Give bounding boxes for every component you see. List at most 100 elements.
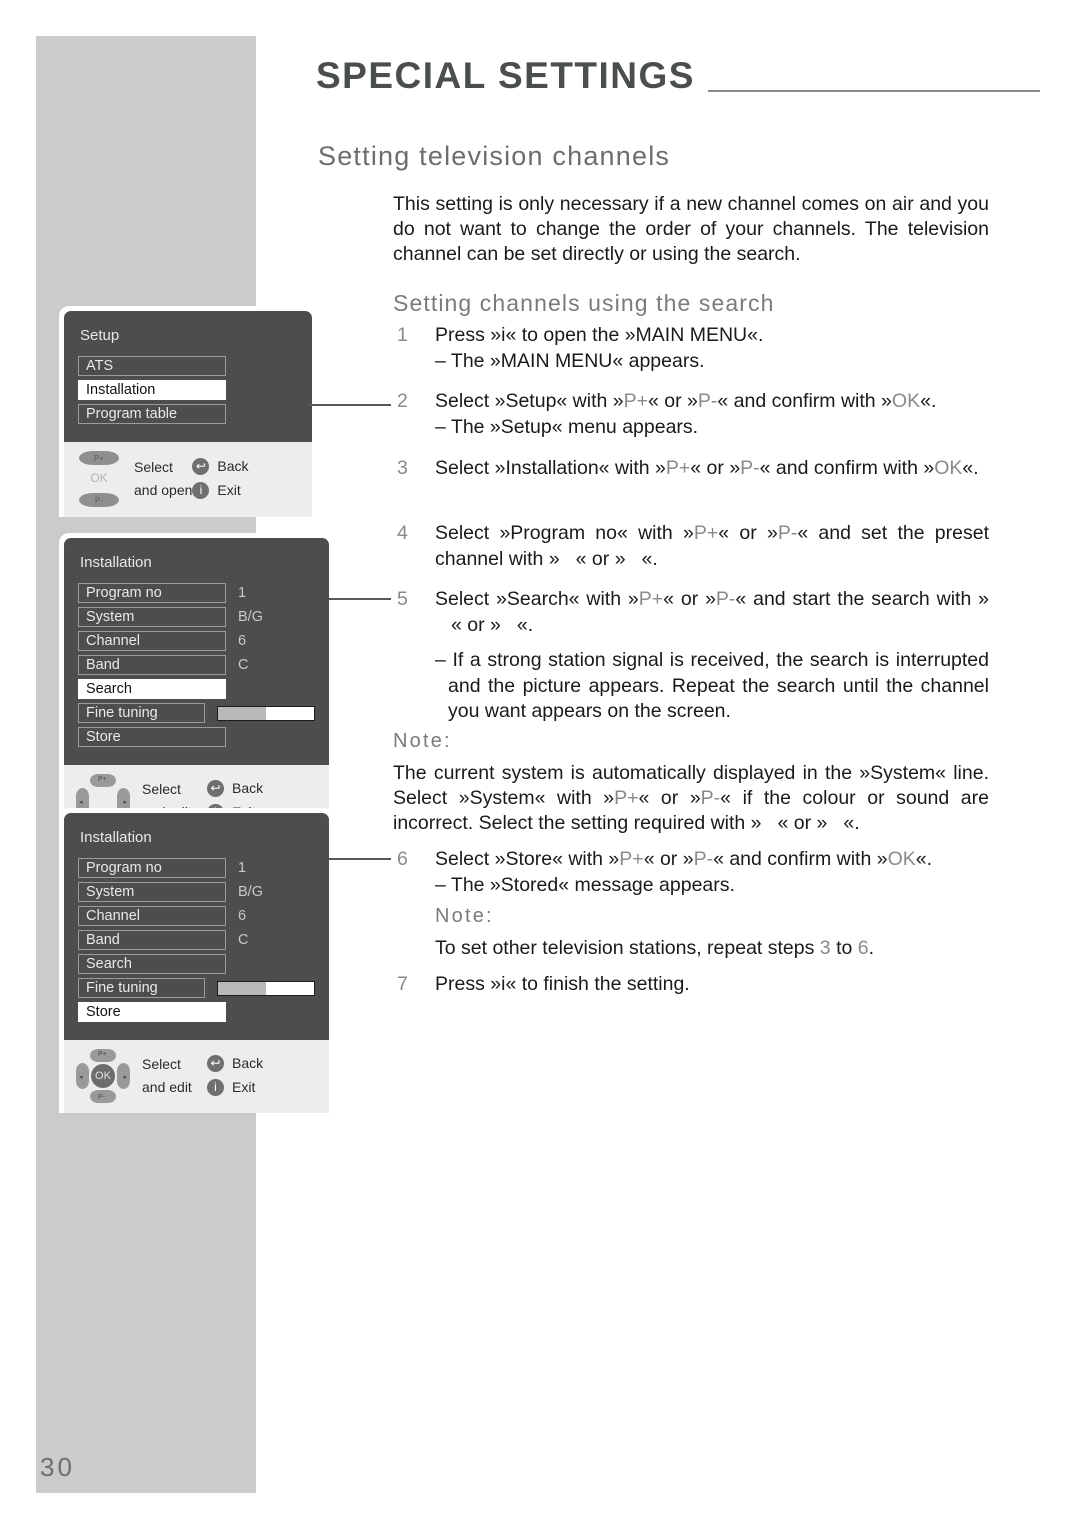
osd-menu-item-label[interactable]: Fine tuning (78, 978, 205, 998)
osd-menu-item-label[interactable]: System (78, 882, 226, 902)
note-2-mid: to (830, 937, 858, 959)
osd-installation-store-exit[interactable]: i Exit (207, 1076, 317, 1099)
section-heading: Setting television channels (318, 141, 671, 171)
exit-label: Exit (217, 482, 241, 498)
step-3-text-b: « or » (690, 457, 741, 479)
leader-line-step-2 (309, 404, 391, 406)
leader-line-step-6 (329, 858, 391, 860)
note-2-text-a: To set other television stations, repeat… (435, 937, 820, 959)
osd-menu-item-label[interactable]: Store (78, 727, 226, 747)
note-1-text: The current system is automatically disp… (393, 761, 989, 836)
osd-menu-item-label[interactable]: Search (78, 679, 226, 699)
key-p-plus: P+ (665, 457, 691, 479)
step-3-text-c: « and confirm with (759, 457, 918, 479)
step-4-text-d: « or » (575, 547, 626, 570)
osd-menu-item-label[interactable]: Program no (78, 858, 226, 878)
osd-menu-row[interactable]: Program table (78, 404, 298, 424)
osd-menu-item-label[interactable]: ATS (78, 356, 226, 376)
leader-stub-2 (300, 392, 309, 422)
osd-menu-row[interactable]: Fine tuning (78, 703, 315, 723)
note-1-text-e: «. (843, 812, 860, 834)
key-ok: OK (891, 390, 921, 412)
key-p-plus: P+ (619, 848, 644, 870)
osd-setup-title: Setup (80, 327, 120, 344)
key-ok: OK (934, 457, 963, 479)
step-2-text-c: « and confirm with » (717, 390, 892, 412)
osd-setup-exit[interactable]: i Exit (192, 479, 300, 502)
key-p-minus: P- (740, 457, 760, 479)
leader-stub-6 (320, 846, 329, 876)
osd-setup-panel: Setup ATS Installation Program table P+ OK… (59, 306, 317, 517)
step-5-text-a: Select »Search« with » (435, 588, 639, 610)
key-p-plus: P+ (638, 588, 664, 610)
osd-menu-row[interactable]: Band C (78, 655, 315, 675)
info-icon: i (192, 482, 210, 499)
osd-installation-store-back[interactable]: ↩ Back (207, 1052, 317, 1075)
step-2-result: – The »Setup« menu appears. (435, 415, 699, 438)
info-icon: i (207, 1079, 224, 1096)
osd-menu-row[interactable]: Search (78, 679, 315, 699)
osd-fine-tuning-bar[interactable] (216, 980, 315, 996)
dpad-ok-label: OK (91, 1064, 115, 1088)
note-1-label: Note: (393, 730, 452, 752)
osd-menu-row[interactable]: Band C (78, 930, 315, 950)
osd-menu-item-label[interactable]: Channel (78, 631, 226, 651)
key-p-minus: P- (697, 390, 718, 412)
osd-installation-store-body: Installation Program no 1 System B/G Channel… (64, 813, 329, 1040)
key-p-plus: P+ (693, 522, 719, 544)
step-3-number: 3 (397, 457, 408, 479)
osd-menu-item-label[interactable]: Store (78, 1002, 226, 1022)
osd-menu-item-value: 6 (238, 908, 247, 924)
step-4: 4 Select »Program no« with »P+« or »P-« … (393, 521, 989, 572)
osd-menu-row[interactable]: Program no 1 (78, 583, 315, 603)
step-5-text-e: «. (516, 613, 534, 636)
step-5-number: 5 (397, 588, 408, 610)
osd-menu-item-label[interactable]: System (78, 607, 226, 627)
osd-menu-row[interactable]: Channel 6 (78, 906, 315, 926)
step-2-text-b: « or » (648, 390, 698, 412)
step-4-text-a: Select »Program no« with » (435, 522, 694, 544)
osd-menu-item-label[interactable]: Program table (78, 404, 226, 424)
osd-setup-hint-2: and open (134, 482, 193, 498)
osd-menu-row[interactable]: Store (78, 727, 315, 747)
osd-menu-item-value: 6 (238, 633, 247, 649)
osd-setup-back[interactable]: ↩ Back (192, 455, 300, 478)
osd-menu-item-label[interactable]: Band (78, 930, 226, 950)
osd-menu-item-label[interactable]: Fine tuning (78, 703, 205, 723)
note-2-end: . (868, 937, 875, 959)
osd-menu-row[interactable]: System B/G (78, 882, 315, 902)
osd-menu-item-label[interactable]: Installation (78, 380, 226, 400)
osd-menu-item-value: B/G (238, 884, 263, 900)
exit-label: Exit (232, 1079, 256, 1095)
step-5-text-c: « and start the search with » (735, 588, 990, 610)
osd-menu-item-label[interactable]: Band (78, 655, 226, 675)
osd-menu-row[interactable]: Fine tuning (78, 978, 315, 998)
osd-setup-item-list: ATS Installation Program table (78, 356, 298, 424)
osd-menu-row[interactable]: System B/G (78, 607, 315, 627)
osd-menu-row[interactable]: Installation (78, 380, 298, 400)
note-2-step-from: 3 (819, 937, 831, 959)
step-1-result: – The »MAIN MENU« appears. (435, 349, 705, 372)
step-1: 1 Press »i« to open the »MAIN MENU«. (393, 323, 989, 349)
osd-menu-item-label[interactable]: Search (78, 954, 226, 974)
step-5-text-d: « or » (451, 613, 501, 636)
osd-fine-tuning-bar[interactable] (216, 705, 315, 721)
osd-installation-store-panel: Installation Program no 1 System B/G Channel… (59, 808, 334, 1113)
osd-menu-row[interactable]: Search (78, 954, 315, 974)
dpad-right-arrow-icon: ▸ (123, 1074, 127, 1081)
osd-menu-row[interactable]: ATS (78, 356, 298, 376)
back-label: Back (232, 1055, 264, 1071)
osd-menu-item-label[interactable]: Channel (78, 906, 226, 926)
osd-installation-search-back[interactable]: ↩ Back (207, 777, 317, 800)
step-6-text-a: Select »Store« with » (435, 848, 620, 870)
step-1-number: 1 (397, 324, 408, 346)
note-2-label: Note: (435, 905, 494, 927)
osd-menu-row[interactable]: Program no 1 (78, 858, 315, 878)
step-6-number: 6 (397, 848, 408, 870)
note-2-text: To set other television stations, repeat… (393, 936, 989, 962)
osd-menu-row[interactable]: Store (78, 1002, 315, 1022)
osd-menu-item-label[interactable]: Program no (78, 583, 226, 603)
key-p-minus: P- (693, 848, 714, 870)
osd-menu-item-value: C (238, 657, 249, 673)
osd-menu-row[interactable]: Channel 6 (78, 631, 315, 651)
